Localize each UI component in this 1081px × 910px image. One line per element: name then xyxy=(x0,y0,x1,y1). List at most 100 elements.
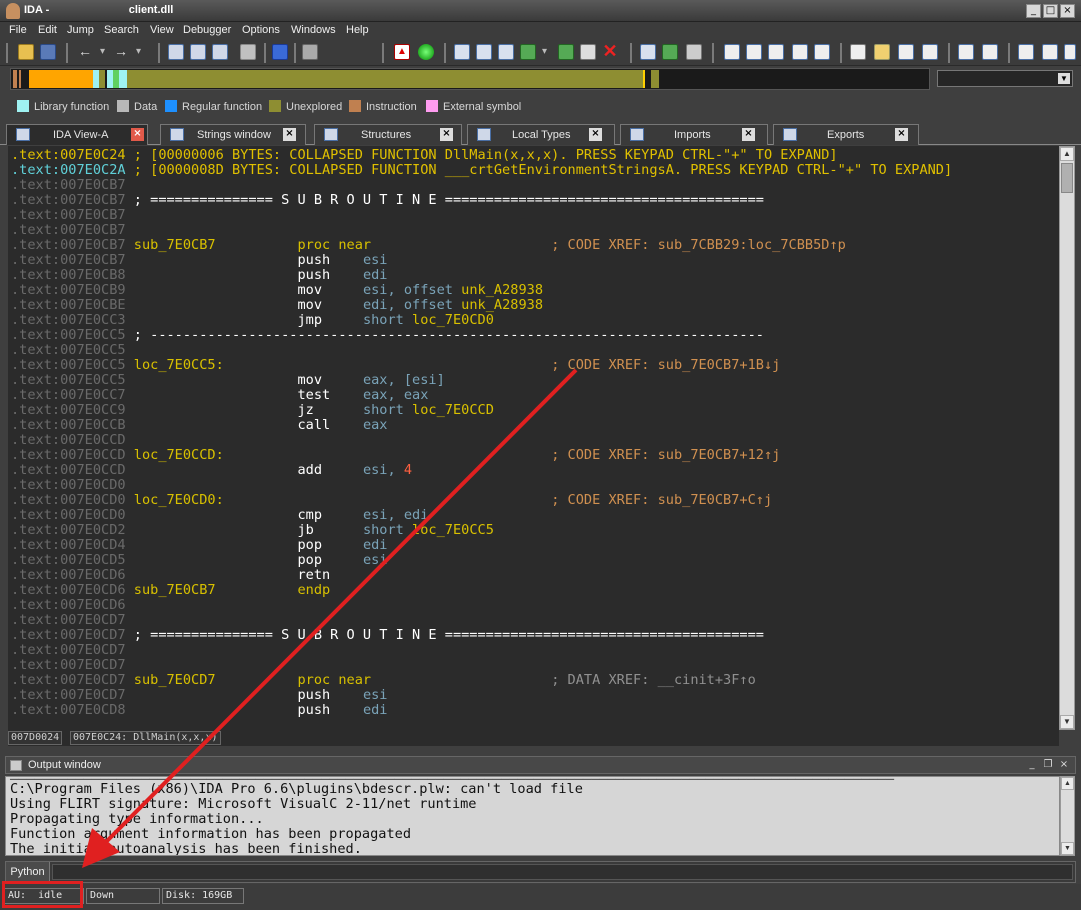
close-icon[interactable]: × xyxy=(283,128,296,141)
menu-windows[interactable]: Windows xyxy=(291,24,336,36)
names-icon[interactable] xyxy=(746,44,762,60)
disasm-line[interactable]: .text:007E0CD0 loc_7E0CD0: ; CODE XREF: … xyxy=(11,493,772,508)
search-binoculars-icon[interactable] xyxy=(240,44,256,60)
tab-ida-view-a[interactable]: IDA View-A × xyxy=(6,124,148,145)
delete-icon[interactable]: ✕ xyxy=(602,42,618,60)
disasm-line[interactable]: .text:007E0CD7 xyxy=(11,658,363,673)
jump-name-icon[interactable] xyxy=(190,44,206,60)
scroll-down-icon[interactable]: ▼ xyxy=(1060,715,1074,729)
disasm-line[interactable]: .text:007E0CC7 test eax, eax xyxy=(11,388,428,403)
close-button[interactable]: × xyxy=(1060,4,1075,18)
calculator-icon[interactable] xyxy=(850,44,866,60)
graph-view-icon[interactable] xyxy=(982,44,998,60)
menu-options[interactable]: Options xyxy=(242,24,280,36)
python-button[interactable]: Python xyxy=(6,862,50,882)
flag-icon[interactable] xyxy=(686,44,702,60)
tab-local-types[interactable]: Local Types × xyxy=(467,124,615,145)
add-xref-icon[interactable] xyxy=(558,44,574,60)
disasm-line[interactable]: .text:007E0CB7 xyxy=(11,208,363,223)
menu-view[interactable]: View xyxy=(150,24,174,36)
save-icon[interactable] xyxy=(40,44,56,60)
disasm-line[interactable]: .text:007E0CB9 mov esi, offset unk_A2893… xyxy=(11,283,543,298)
menu-jump[interactable]: Jump xyxy=(67,24,94,36)
disasm-line[interactable]: .text:007E0CB7 push esi xyxy=(11,253,388,268)
disassembly-scrollbar[interactable]: ▲ ▼ xyxy=(1059,146,1075,730)
disassembly-view[interactable]: .text:007E0C24 ; [00000006 BYTES: COLLAP… xyxy=(8,146,1059,730)
close-icon[interactable]: × xyxy=(589,128,602,141)
disasm-line[interactable]: .text:007E0CB7 ; =============== S U B R… xyxy=(11,193,764,208)
chevron-down-icon[interactable]: ▼ xyxy=(1058,73,1070,84)
collapsed-function-line[interactable]: .text:007E0C24 ; [00000006 BYTES: COLLAP… xyxy=(11,148,838,163)
minimize-button[interactable]: _ xyxy=(1026,4,1041,18)
tab-strings-window[interactable]: Strings window × xyxy=(160,124,306,145)
disasm-line[interactable]: .text:007E0CB7 sub_7E0CB7 proc near ; CO… xyxy=(11,238,846,253)
menu-search[interactable]: Search xyxy=(104,24,139,36)
close-icon[interactable]: × xyxy=(1058,759,1070,771)
patch-icon[interactable] xyxy=(640,44,656,60)
disasm-line[interactable]: .text:007E0CC5 loc_7E0CC5: ; CODE XREF: … xyxy=(11,358,780,373)
layout-icon[interactable] xyxy=(1018,44,1034,60)
scroll-up-icon[interactable]: ▲ xyxy=(1061,777,1074,790)
forward-dropdown-icon[interactable]: ▾ xyxy=(136,44,152,60)
disasm-line[interactable]: .text:007E0CD7 xyxy=(11,613,363,628)
back-arrow-icon[interactable]: ← xyxy=(78,44,94,60)
disasm-line[interactable]: .text:007E0CD7 push esi xyxy=(11,688,388,703)
disasm-line[interactable]: .text:007E0CD0 cmp esi, edi xyxy=(11,508,428,523)
tab-imports[interactable]: Imports × xyxy=(620,124,768,145)
disasm-line[interactable]: .text:007E0CB7 xyxy=(11,178,363,193)
tab-exports[interactable]: Exports × xyxy=(773,124,919,145)
disasm-line[interactable]: .text:007E0CD5 pop esi xyxy=(11,553,388,568)
close-icon[interactable]: × xyxy=(440,128,453,141)
disasm-line[interactable]: .text:007E0CC5 xyxy=(11,343,363,358)
maximize-button[interactable]: □ xyxy=(1043,4,1058,18)
disasm-line[interactable]: .text:007E0CC3 jmp short loc_7E0CD0 xyxy=(11,313,494,328)
disasm-line[interactable]: .text:007E0CD4 pop edi xyxy=(11,538,388,553)
scroll-down-icon[interactable]: ▼ xyxy=(1061,842,1074,855)
add-icon[interactable] xyxy=(520,44,536,60)
disasm-line[interactable]: .text:007E0CD6 retn xyxy=(11,568,363,583)
restore-icon[interactable]: ❐ xyxy=(1042,759,1054,771)
output-scrollbar[interactable]: ▲ ▼ xyxy=(1060,776,1075,856)
enum-icon[interactable] xyxy=(498,44,514,60)
strings-icon[interactable] xyxy=(724,44,740,60)
add-patch-icon[interactable] xyxy=(662,44,678,60)
menu-debugger[interactable]: Debugger xyxy=(183,24,231,36)
disasm-line[interactable]: .text:007E0CD7 sub_7E0CD7 proc near ; DA… xyxy=(11,673,756,688)
disasm-line[interactable]: .text:007E0CCB call eax xyxy=(11,418,388,433)
text-view-icon[interactable] xyxy=(958,44,974,60)
menu-edit[interactable]: Edit xyxy=(38,24,57,36)
close-icon[interactable]: × xyxy=(131,128,144,141)
jump-address-icon[interactable] xyxy=(168,44,184,60)
disasm-line[interactable]: .text:007E0CD7 ; =============== S U B R… xyxy=(11,628,764,643)
disasm-line[interactable]: .text:007E0CD6 sub_7E0CB7 endp xyxy=(11,583,363,598)
output-log[interactable]: ────────────────────────────────────────… xyxy=(5,776,1060,856)
minimize-icon[interactable]: _ xyxy=(1026,759,1038,771)
segments-icon[interactable] xyxy=(814,44,830,60)
disasm-line[interactable]: .text:007E0CD2 jb short loc_7E0CC5 xyxy=(11,523,494,538)
struct-icon[interactable] xyxy=(476,44,492,60)
menu-help[interactable]: Help xyxy=(346,24,369,36)
more-icon[interactable] xyxy=(1064,44,1076,60)
jump-function-icon[interactable] xyxy=(212,44,228,60)
warning-icon[interactable]: ▲ xyxy=(394,44,410,60)
disasm-line[interactable]: .text:007E0CC9 jz short loc_7E0CCD xyxy=(11,403,494,418)
disasm-line[interactable]: .text:007E0CB7 xyxy=(11,223,363,238)
window-icon[interactable] xyxy=(1042,44,1058,60)
open-folder-icon[interactable] xyxy=(18,44,34,60)
menu-file[interactable]: File xyxy=(9,24,27,36)
edit-icon[interactable] xyxy=(580,44,596,60)
notepad-icon[interactable] xyxy=(874,44,890,60)
scroll-thumb[interactable] xyxy=(1061,163,1073,193)
disasm-line[interactable]: .text:007E0CB8 push edi xyxy=(11,268,388,283)
scroll-up-icon[interactable]: ▲ xyxy=(1060,147,1074,161)
proximity-icon[interactable] xyxy=(922,44,938,60)
disasm-line[interactable]: .text:007E0CBE mov edi, offset unk_A2893… xyxy=(11,298,543,313)
collapsed-function-line[interactable]: .text:007E0C2A ; [0000008D BYTES: COLLAP… xyxy=(11,163,952,178)
disasm-line[interactable]: .text:007E0CD8 push edi xyxy=(11,703,388,718)
disasm-line[interactable]: .text:007E0CCD loc_7E0CCD: ; CODE XREF: … xyxy=(11,448,780,463)
disasm-line[interactable]: .text:007E0CCD add esi, 4 xyxy=(11,463,412,478)
run-icon[interactable] xyxy=(418,44,434,60)
disasm-line[interactable]: .text:007E0CC5 ; -----------------------… xyxy=(11,328,764,343)
segment-icon[interactable] xyxy=(454,44,470,60)
disasm-line[interactable]: .text:007E0CD6 xyxy=(11,598,363,613)
